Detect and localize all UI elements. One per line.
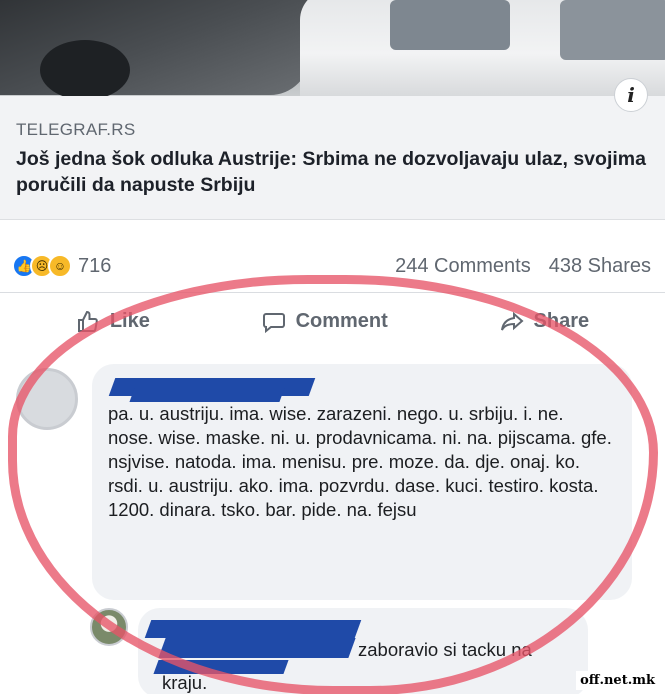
haha-icon: ☺ (48, 254, 72, 278)
thumbs-up-icon (77, 310, 98, 332)
comment-section: pa. u. austriju. ima. wise. zarazeni. ne… (0, 350, 665, 694)
comment-count[interactable]: 244 Comments (395, 255, 531, 278)
avatar[interactable] (16, 368, 78, 430)
van-window-rear (560, 0, 665, 60)
post-stats: 👍 ☹ ☺ 716 244 Comments 438 Shares (0, 220, 665, 292)
like-button[interactable]: Like (76, 310, 150, 334)
van-window (390, 0, 510, 50)
link-source: TELEGRAF.RS (16, 120, 136, 139)
reaction-count[interactable]: 716 (78, 255, 111, 278)
redacted-author-name (129, 388, 285, 402)
link-headline[interactable]: Još jedna šok odluka Austrije: Srbima ne… (16, 146, 649, 198)
comment-label: Comment (295, 310, 388, 332)
redacted-author-name (158, 638, 356, 658)
link-preview[interactable]: TELEGRAF.RS Još jedna šok odluka Austrij… (0, 96, 665, 220)
comment-icon (262, 312, 285, 333)
reply-text-continued: kraju. (162, 672, 208, 693)
info-icon[interactable]: i (614, 78, 648, 112)
reply-bubble: zaboravio si tacku na kraju. (138, 608, 588, 694)
like-label: Like (109, 310, 150, 332)
share-count[interactable]: 438 Shares (549, 255, 651, 278)
car-wheel (40, 40, 130, 96)
comment-bubble: pa. u. austriju. ima. wise. zarazeni. ne… (92, 364, 632, 600)
watermark: off.net.mk (576, 671, 659, 690)
share-label: Share (533, 310, 590, 332)
share-icon (500, 311, 524, 331)
avatar[interactable] (90, 608, 128, 646)
comment-text: pa. u. austriju. ima. wise. zarazeni. ne… (108, 403, 612, 520)
post-action-bar: Like Comment Share (0, 292, 665, 350)
share-button[interactable]: Share (500, 310, 590, 334)
redacted-author-name (144, 620, 362, 638)
article-photo[interactable] (0, 0, 665, 96)
reaction-icons[interactable]: 👍 ☹ ☺ (12, 254, 72, 278)
comment-button[interactable]: Comment (262, 310, 388, 334)
